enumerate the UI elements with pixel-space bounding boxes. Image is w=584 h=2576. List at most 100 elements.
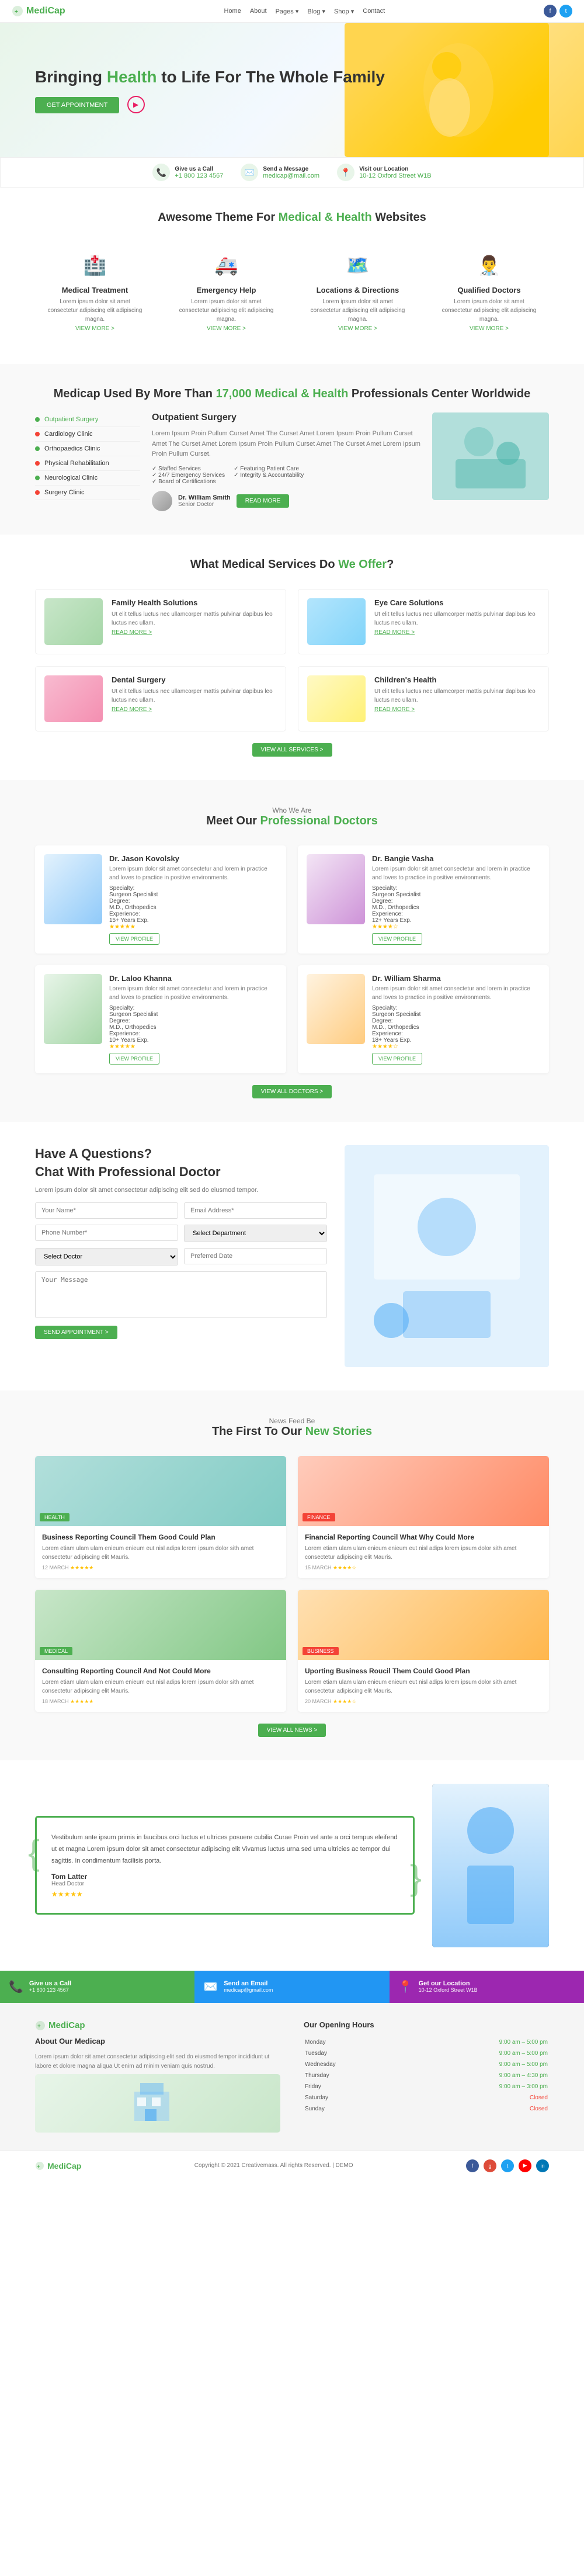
svg-text:+: + — [37, 2164, 40, 2169]
department-field[interactable]: Select Department — [184, 1225, 327, 1242]
stats-item-3[interactable]: Physical Rehabilitation — [35, 456, 140, 471]
department-select[interactable]: Select Department — [184, 1225, 327, 1242]
stats-item-5[interactable]: Surgery Clinic — [35, 486, 140, 500]
view-all-doctors-button[interactable]: VIEW ALL DOCTORS > — [252, 1085, 332, 1098]
contact-bar: 📞 Give us a Call +1 800 123 4567 ✉️ Send… — [0, 157, 584, 188]
doctor-1-profile-button[interactable]: VIEW PROFILE — [372, 933, 422, 945]
hours-row-6: Sunday Closed — [305, 2104, 548, 2114]
time-6: Closed — [399, 2104, 548, 2114]
footer-gplus-icon[interactable]: g — [484, 2159, 496, 2172]
stats-heading: Medicap Used By More Than 17,000 Medical… — [35, 387, 549, 401]
contact-call-value: +1 800 123 4567 — [175, 172, 223, 179]
doctor-2-rating: ★★★★★ — [109, 1043, 277, 1050]
info-email-value: medicap@gmail.com — [224, 1987, 273, 1993]
footer-yt-icon[interactable]: ▶ — [519, 2159, 531, 2172]
email-input[interactable] — [184, 1202, 327, 1219]
fb-icon[interactable]: f — [544, 5, 557, 18]
feature-3-link[interactable]: VIEW MORE > — [470, 325, 509, 332]
info-location-text: Get our Location 10-12 Oxford Street W1B — [419, 1980, 478, 1993]
svg-text:+: + — [15, 9, 18, 15]
service-2-link[interactable]: READ MORE > — [112, 706, 152, 713]
contact-illustration — [345, 1145, 549, 1367]
doctor-select[interactable]: Select Doctor — [35, 1248, 178, 1266]
feature-0-link[interactable]: VIEW MORE > — [75, 325, 114, 332]
feature-emergency: ✓ 24/7 Emergency Services — [152, 472, 225, 479]
service-text-2: Dental Surgery Ut elit tellus luctus nec… — [112, 675, 277, 722]
doctor-card-0: Dr. Jason Kovolsky Lorem ipsum dolor sit… — [35, 845, 286, 954]
view-all-news-button[interactable]: VIEW ALL NEWS > — [258, 1724, 326, 1737]
name-input[interactable] — [35, 1202, 178, 1219]
services-section: What Medical Services Do We Offer? Famil… — [0, 535, 584, 780]
testimonial-rating: ★★★★★ — [51, 1890, 398, 1898]
nav-links: Home About Pages ▾ Blog ▾ Shop ▾ Contact — [224, 8, 385, 15]
doctor-field[interactable]: Select Doctor — [35, 1248, 178, 1266]
logo-text-green: MediCap — [26, 6, 65, 16]
doctor-sig-title: Senior Doctor — [178, 501, 231, 508]
footer-copyright: Copyright © 2021 Creativemass. All right… — [194, 2162, 353, 2169]
footer-fb-icon[interactable]: f — [466, 2159, 479, 2172]
news-3-title: Uporting Business Roucil Them Could Good… — [305, 1667, 542, 1675]
doctor-2-details: Specialty: Surgeon Specialist Degree: M.… — [109, 1005, 277, 1043]
stats-read-more-button[interactable]: READ MORE — [237, 494, 290, 508]
email-field[interactable] — [184, 1202, 327, 1219]
message-input[interactable] — [35, 1271, 327, 1318]
doctor-1-details: Specialty: Surgeon Specialist Degree: M.… — [372, 885, 540, 924]
info-bar-call: 📞 Give us a Call +1 800 123 4567 — [0, 1971, 194, 2003]
nav-contact[interactable]: Contact — [363, 8, 385, 15]
service-text-0: Family Health Solutions Ut elit tellus l… — [112, 598, 277, 645]
footer-social: f g t ▶ in — [466, 2159, 549, 2172]
play-button[interactable]: ▶ — [127, 96, 145, 113]
service-1-desc: Ut elit tellus luctus nec ullamcorper ma… — [374, 610, 540, 627]
phone-field[interactable] — [35, 1225, 178, 1242]
contact-location-value: 10-12 Oxford Street W1B — [359, 172, 432, 179]
doctor-0-details: Specialty: Surgeon Specialist Degree: M.… — [109, 885, 277, 924]
nav-shop[interactable]: Shop ▾ — [334, 8, 354, 15]
news-section: News Feed Be The First To Our New Storie… — [0, 1391, 584, 1760]
feature-certs: ✓ Board of Certifications — [152, 479, 225, 485]
contact-section: Have A Questions?Chat With Professional … — [0, 1122, 584, 1391]
form-row-1 — [35, 1202, 327, 1219]
feature-3-title: Qualified Doctors — [438, 286, 540, 294]
nav-blog[interactable]: Blog ▾ — [307, 8, 325, 15]
name-field[interactable] — [35, 1202, 178, 1219]
stats-item-4[interactable]: Neurological Clinic — [35, 471, 140, 486]
nav-about[interactable]: About — [250, 8, 267, 15]
news-0-meta: 12 MARCH ★★★★★ — [42, 1565, 279, 1571]
doctor-2-profile-button[interactable]: VIEW PROFILE — [109, 1053, 159, 1065]
stats-item-2[interactable]: Orthopaedics Clinic — [35, 442, 140, 456]
tw-icon[interactable]: t — [559, 5, 572, 18]
footer-tw-icon[interactable]: t — [501, 2159, 514, 2172]
phone-input[interactable] — [35, 1225, 178, 1241]
footer-li-icon[interactable]: in — [536, 2159, 549, 2172]
news-2-title: Consulting Reporting Council And Not Cou… — [42, 1667, 279, 1675]
stats-item-1[interactable]: Cardiology Clinic — [35, 427, 140, 442]
service-0-link[interactable]: READ MORE > — [112, 629, 152, 636]
view-all-services-button[interactable]: VIEW ALL SERVICES > — [252, 743, 332, 757]
testimonial-image — [432, 1784, 549, 1947]
doctor-3-name: Dr. William Sharma — [372, 974, 540, 983]
feature-1-link[interactable]: VIEW MORE > — [207, 325, 246, 332]
date-input[interactable] — [184, 1248, 327, 1264]
day-1: Tuesday — [305, 2048, 398, 2058]
qualified-doctors-icon: 👨‍⚕️ — [475, 251, 504, 280]
appointment-button[interactable]: GET APPOINTMENT — [35, 97, 119, 113]
nav-pages[interactable]: Pages ▾ — [276, 8, 299, 15]
info-bar-email: ✉️ Send an Email medicap@gmail.com — [194, 1971, 389, 2003]
service-img-3 — [307, 675, 366, 722]
doctor-info-3: Dr. William Sharma Lorem ipsum dolor sit… — [372, 974, 540, 1065]
send-appointment-button[interactable]: SEND APPOINTMENT > — [35, 1326, 117, 1339]
features-title: Awesome Theme For Medical & Health Websi… — [35, 211, 549, 224]
hero-text: Bringing Health to Life For The Whole Fa… — [35, 67, 549, 113]
feature-2-link[interactable]: VIEW MORE > — [338, 325, 377, 332]
date-field[interactable] — [184, 1248, 327, 1266]
message-field[interactable] — [35, 1271, 327, 1320]
doctor-3-profile-button[interactable]: VIEW PROFILE — [372, 1053, 422, 1065]
service-3-link[interactable]: READ MORE > — [374, 706, 415, 713]
nav-home[interactable]: Home — [224, 8, 241, 15]
doctor-0-profile-button[interactable]: VIEW PROFILE — [109, 933, 159, 945]
service-1-link[interactable]: READ MORE > — [374, 629, 415, 636]
stats-main-title: Outpatient Surgery — [152, 412, 420, 423]
news-card-2: MEDICAL Consulting Reporting Council And… — [35, 1590, 286, 1712]
service-img-2 — [44, 675, 103, 722]
stats-item-0[interactable]: Outpatient Surgery — [35, 412, 140, 427]
